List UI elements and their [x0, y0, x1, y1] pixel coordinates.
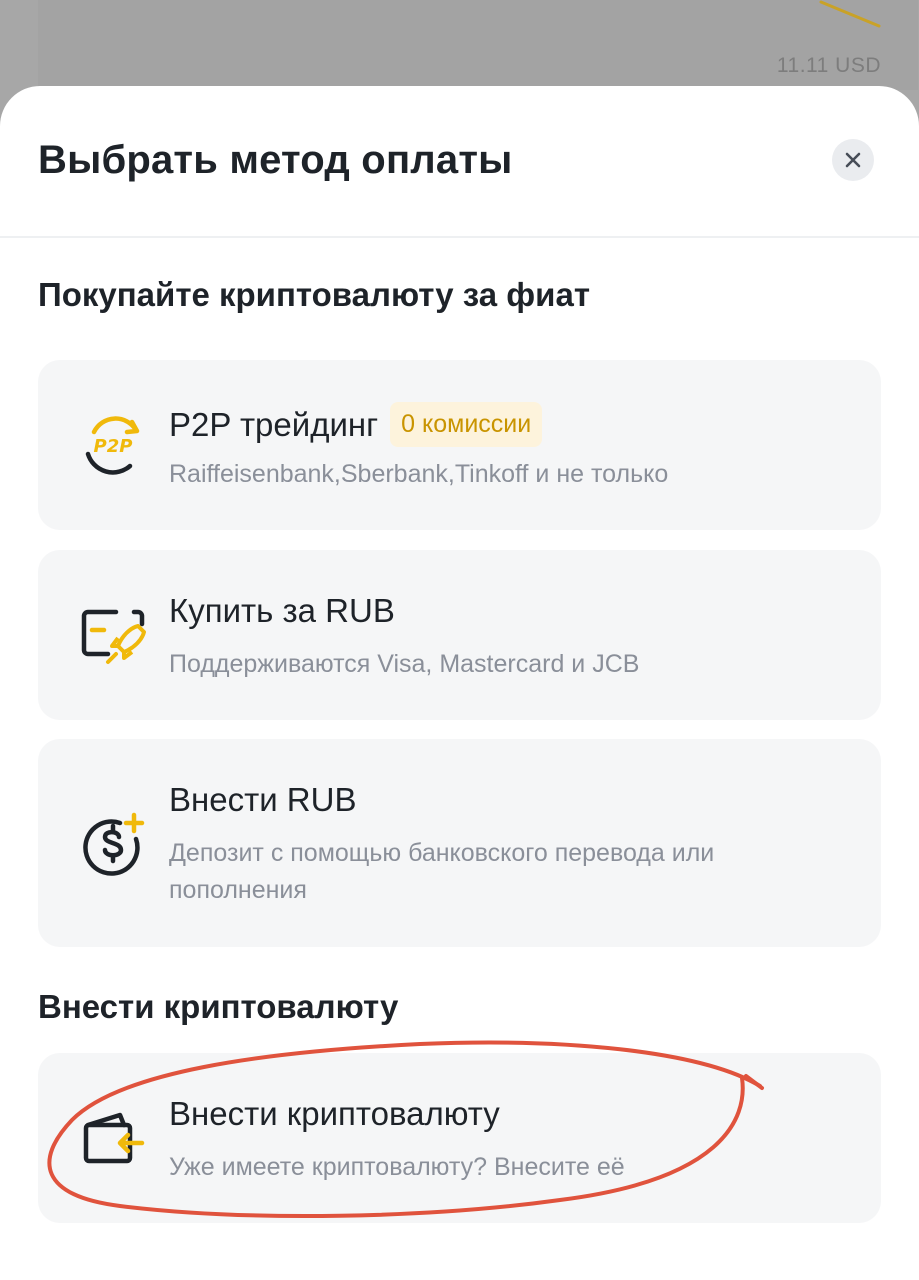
zero-fee-badge: 0 комиссии: [390, 402, 543, 447]
p2p-icon: P2P: [85, 416, 140, 475]
close-icon: [845, 152, 861, 168]
payment-method-sheet: Выбрать метод оплаты Покупайте криптовал…: [0, 86, 919, 1280]
option-subtitle: Raiffeisenbank,Sberbank,Tinkoff и не тол…: [169, 460, 669, 488]
dollar-plus-icon: [83, 812, 145, 876]
option-p2p-trading[interactable]: P2P P2P трейдинг 0 комиссии Raiffeisenba…: [38, 360, 881, 530]
option-title: Внести RUB: [169, 781, 357, 818]
option-title: Внести криптовалюту: [169, 1095, 500, 1132]
background-amount: 11.11 USD: [776, 54, 881, 77]
card-rocket-icon: [81, 609, 146, 664]
option-title: Купить за RUB: [169, 592, 395, 629]
wallet-deposit-icon: [83, 1112, 145, 1164]
option-deposit-crypto[interactable]: Внести криптовалюту Уже имеете криптовал…: [38, 1053, 881, 1223]
chart-line-fragment: [819, 0, 881, 28]
option-subtitle: Поддерживаются Visa, Mastercard и JCB: [169, 650, 640, 678]
sheet-title: Выбрать метод оплаты: [38, 138, 513, 182]
sheet-header: Выбрать метод оплаты: [0, 86, 919, 238]
option-buy-rub[interactable]: Купить за RUB Поддерживаются Visa, Maste…: [38, 550, 881, 720]
option-deposit-rub[interactable]: Внести RUB Депозит с помощью банковского…: [38, 739, 881, 947]
option-subtitle: Депозит с помощью банковского перевода и…: [169, 839, 715, 904]
p2p-icon-text: P2P: [94, 436, 133, 457]
option-title: P2P трейдинг 0 комиссии: [169, 402, 543, 447]
option-subtitle: Уже имеете криптовалюту? Внесите её: [169, 1153, 625, 1181]
section-title-crypto: Внести криптовалюту: [38, 988, 399, 1025]
option-title-text: P2P трейдинг: [169, 405, 379, 443]
section-title-fiat: Покупайте криптовалюту за фиат: [38, 276, 590, 313]
close-button[interactable]: [832, 139, 874, 181]
